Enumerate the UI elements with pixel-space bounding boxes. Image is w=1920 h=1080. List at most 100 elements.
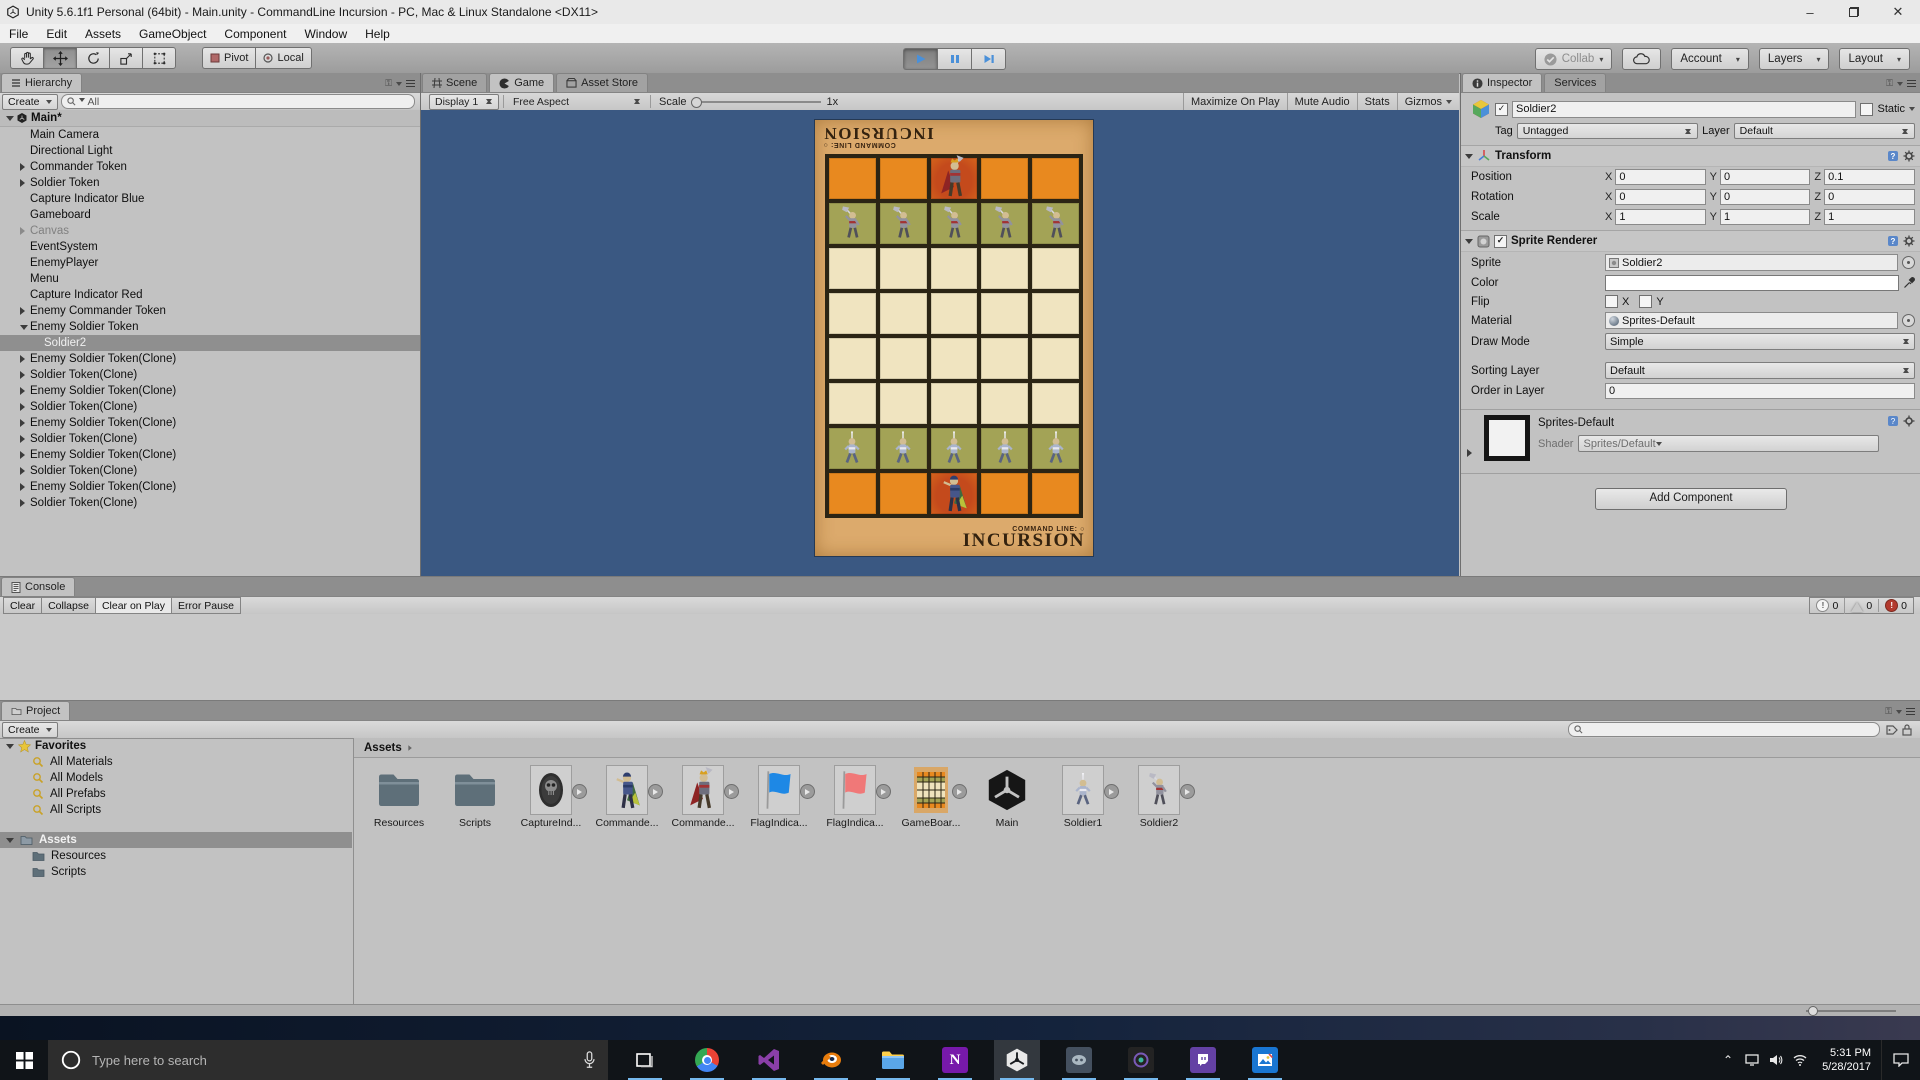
layers-dropdown[interactable]: Layers▾	[1759, 48, 1830, 70]
hierarchy-item[interactable]: Enemy Soldier Token(Clone)	[0, 415, 420, 431]
start-button[interactable]	[0, 1040, 48, 1080]
taskbar-app-task-view[interactable]	[622, 1040, 668, 1080]
search-by-type-icon[interactable]	[1902, 724, 1912, 736]
taskbar-app-photos[interactable]	[1242, 1040, 1288, 1080]
board-cell[interactable]	[880, 293, 927, 334]
board-cell[interactable]	[880, 203, 927, 244]
account-dropdown[interactable]: Account▾	[1671, 48, 1749, 70]
component-enabled-checkbox[interactable]: ✓	[1494, 235, 1507, 248]
hierarchy-item[interactable]: Capture Indicator Red	[0, 287, 420, 303]
board-cell[interactable]	[931, 473, 978, 514]
scale-tool-button[interactable]	[109, 47, 142, 69]
asset-item-scripts[interactable]: Scripts	[442, 766, 508, 829]
rotation-x-field[interactable]: 0	[1615, 189, 1705, 205]
info-count[interactable]: !0	[1810, 599, 1844, 612]
favorite-item[interactable]: All Scripts	[0, 802, 352, 818]
transform-component-header[interactable]: Transform ?	[1461, 145, 1920, 167]
folder-item[interactable]: Scripts	[0, 864, 352, 880]
expander-icon[interactable]	[18, 355, 30, 363]
asset-item-flagindica-[interactable]: FlagIndica...	[746, 766, 812, 829]
asset-labels-icon[interactable]	[1886, 724, 1899, 736]
aspect-dropdown[interactable]: Free Aspect	[508, 95, 646, 109]
expander-icon[interactable]	[18, 307, 30, 315]
flip-y-checkbox[interactable]	[1639, 295, 1652, 308]
tab-project[interactable]: Project	[1, 701, 70, 720]
panel-menu-caret-icon[interactable]	[1897, 82, 1903, 89]
help-book-icon[interactable]: ?	[1887, 150, 1899, 162]
board-cell[interactable]	[829, 428, 876, 469]
hierarchy-item[interactable]: Soldier Token	[0, 175, 420, 191]
asset-expand-icon[interactable]	[724, 784, 739, 799]
add-component-button[interactable]: Add Component	[1595, 488, 1787, 510]
scale-x-field[interactable]: 1	[1615, 209, 1705, 225]
tray-pc-icon[interactable]	[1740, 1040, 1764, 1080]
project-search-input[interactable]	[1568, 722, 1880, 737]
board-cell[interactable]	[829, 248, 876, 289]
position-z-field[interactable]: 0.1	[1824, 169, 1915, 185]
action-center-button[interactable]	[1881, 1040, 1920, 1080]
taskbar-app-blender[interactable]	[808, 1040, 854, 1080]
board-cell[interactable]	[829, 338, 876, 379]
static-dropdown-icon[interactable]	[1909, 107, 1915, 114]
hierarchy-create-dropdown[interactable]: Create	[2, 94, 58, 110]
hierarchy-search-input[interactable]: All	[61, 94, 415, 109]
tab-game[interactable]: Game	[489, 73, 554, 92]
active-checkbox[interactable]: ✓	[1495, 103, 1508, 116]
hierarchy-item[interactable]: Main Camera	[0, 127, 420, 143]
draw-mode-dropdown[interactable]: Simple	[1605, 333, 1915, 350]
favorite-item[interactable]: All Prefabs	[0, 786, 352, 802]
expander-icon[interactable]	[18, 387, 30, 395]
display-dropdown[interactable]: Display 1	[429, 94, 499, 110]
cloud-button[interactable]	[1622, 48, 1661, 70]
favorite-item[interactable]: All Materials	[0, 754, 352, 770]
layout-dropdown[interactable]: Layout▾	[1839, 48, 1910, 70]
close-button[interactable]: ✕	[1876, 0, 1920, 24]
expander-icon[interactable]	[18, 163, 30, 171]
hierarchy-item[interactable]: Enemy Soldier Token(Clone)	[0, 447, 420, 463]
expander-icon[interactable]	[18, 403, 30, 411]
restore-button[interactable]	[1832, 0, 1876, 24]
hierarchy-item[interactable]: Soldier Token(Clone)	[0, 431, 420, 447]
minimize-button[interactable]: –	[1788, 0, 1832, 24]
board-cell[interactable]	[931, 203, 978, 244]
asset-expand-icon[interactable]	[952, 784, 967, 799]
hierarchy-item[interactable]: Soldier Token(Clone)	[0, 367, 420, 383]
board-cell[interactable]	[981, 473, 1028, 514]
menu-edit[interactable]: Edit	[37, 24, 76, 43]
expander-icon[interactable]	[18, 419, 30, 427]
clear-button[interactable]: Clear	[3, 597, 41, 614]
project-create-dropdown[interactable]: Create	[2, 722, 58, 738]
asset-expand-icon[interactable]	[876, 784, 891, 799]
taskbar-app-visual-studio[interactable]	[746, 1040, 792, 1080]
layer-dropdown[interactable]: Default	[1734, 123, 1915, 139]
foldout-icon[interactable]	[1465, 239, 1473, 248]
board-cell[interactable]	[1032, 473, 1079, 514]
board-cell[interactable]	[1032, 338, 1079, 379]
expander-icon[interactable]	[6, 744, 14, 753]
taskbar-app-unity[interactable]	[994, 1040, 1040, 1080]
board-cell[interactable]	[931, 338, 978, 379]
folder-item[interactable]: Resources	[0, 848, 352, 864]
maximize-on-play-button[interactable]: Maximize On Play	[1183, 93, 1287, 110]
lock-icon[interactable]: ⚿	[1886, 78, 1893, 89]
board-cell[interactable]	[1032, 203, 1079, 244]
board-cell[interactable]	[931, 383, 978, 424]
favorites-header[interactable]: Favorites	[0, 738, 352, 754]
board-cell[interactable]	[829, 158, 876, 199]
taskbar-app-twitch[interactable]	[1180, 1040, 1226, 1080]
assets-root-item[interactable]: Assets	[0, 832, 352, 848]
hierarchy-item[interactable]: Enemy Soldier Token(Clone)	[0, 479, 420, 495]
expander-icon[interactable]	[18, 371, 30, 379]
warning-count[interactable]: 0	[1844, 598, 1878, 614]
taskbar-app-discord[interactable]	[1056, 1040, 1102, 1080]
position-x-field[interactable]: 0	[1615, 169, 1705, 185]
play-button[interactable]	[903, 48, 937, 70]
help-book-icon[interactable]: ?	[1887, 235, 1899, 247]
scale-y-field[interactable]: 1	[1720, 209, 1810, 225]
board-cell[interactable]	[1032, 158, 1079, 199]
taskbar-app-utorrent[interactable]	[1118, 1040, 1164, 1080]
hierarchy-item[interactable]: Menu	[0, 271, 420, 287]
board-cell[interactable]	[981, 338, 1028, 379]
menu-file[interactable]: File	[0, 24, 37, 43]
shader-dropdown[interactable]: Sprites/Default	[1578, 435, 1879, 452]
